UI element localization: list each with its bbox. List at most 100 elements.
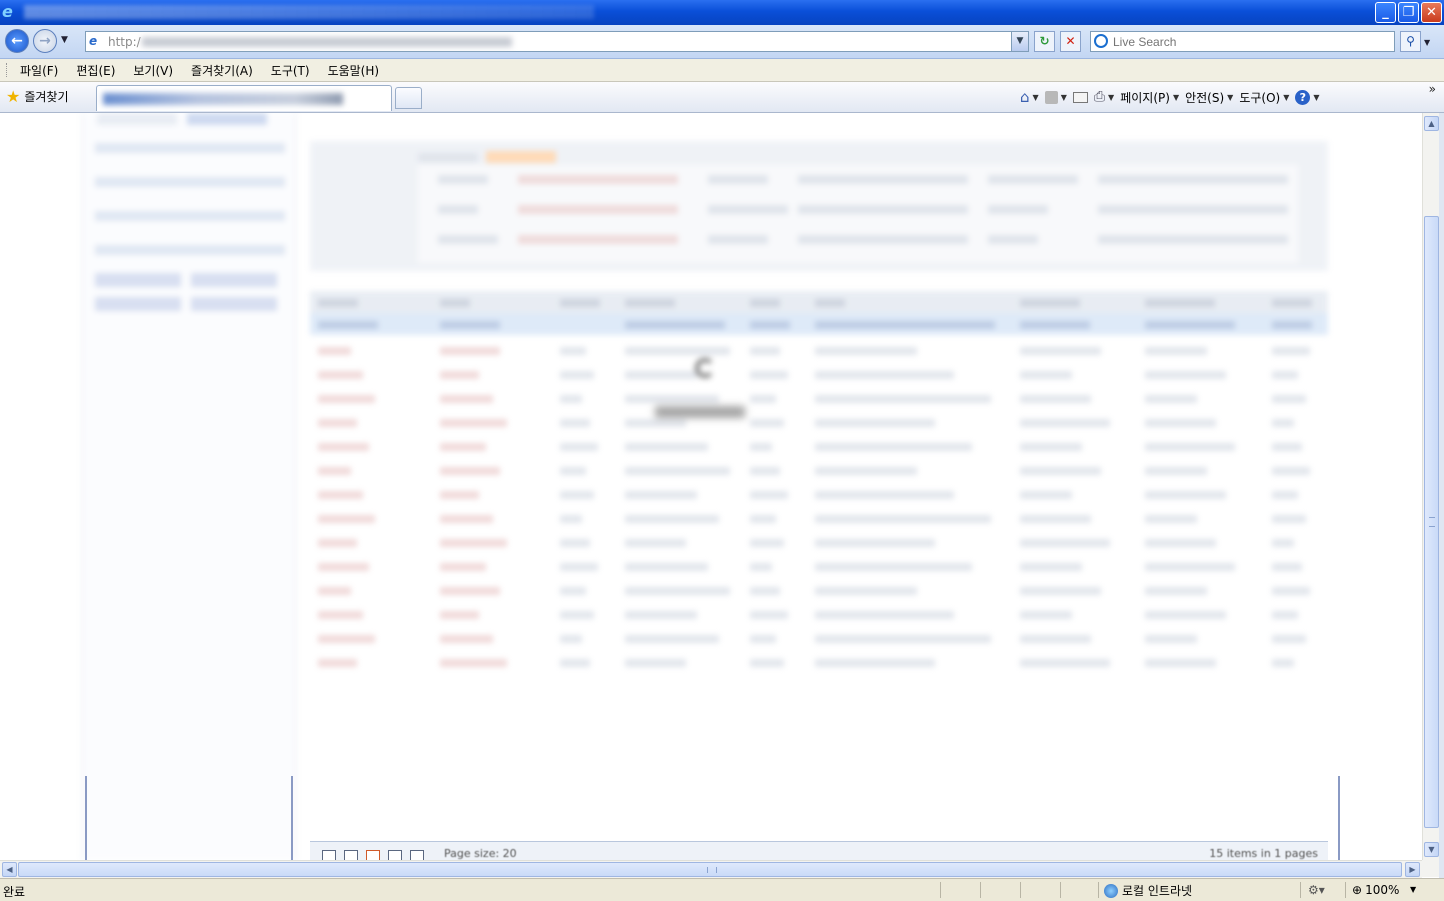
address-dropdown-icon[interactable]: ▼ <box>1011 32 1028 51</box>
grid-row[interactable] <box>310 579 1328 603</box>
left-panel-item[interactable] <box>95 177 285 187</box>
grid-row[interactable] <box>310 483 1328 507</box>
next-page-button[interactable] <box>388 850 402 860</box>
home-button[interactable]: ⌂ ▼ <box>1020 88 1039 106</box>
new-tab-button[interactable] <box>395 87 422 109</box>
grid-row[interactable] <box>310 459 1328 483</box>
feeds-button[interactable]: ▼ <box>1044 90 1067 104</box>
safety-menu-label: 안전(S) <box>1185 90 1225 105</box>
menubar-grip[interactable] <box>6 63 10 77</box>
close-button[interactable]: ✕ <box>1421 2 1442 23</box>
grid-cell <box>440 347 500 355</box>
menu-favorites[interactable]: 즐겨찾기(A) <box>191 62 253 79</box>
grid-cell <box>318 491 363 499</box>
last-page-button[interactable] <box>410 850 424 860</box>
grid-cell <box>1145 515 1197 523</box>
left-panel-border <box>291 776 293 860</box>
menu-edit[interactable]: 편집(E) <box>76 62 115 79</box>
grid-cell <box>1020 587 1101 595</box>
grid-cell <box>1145 443 1235 451</box>
grid-row[interactable] <box>310 627 1328 651</box>
security-zone[interactable]: 로컬 인트라넷 <box>1104 882 1192 899</box>
page-viewport: Page size: 20 15 items in 1 pages <box>0 113 1422 860</box>
active-tab[interactable] <box>96 85 392 111</box>
grid-cell <box>1272 659 1294 667</box>
favorites-button[interactable]: ★ 즐겨찾기 <box>6 88 69 105</box>
forward-button[interactable]: → <box>33 29 57 53</box>
menu-view[interactable]: 보기(V) <box>133 62 173 79</box>
more-commands-chevron-icon[interactable]: » <box>1429 82 1436 96</box>
search-input[interactable] <box>1111 33 1390 51</box>
grid-cell <box>560 563 598 571</box>
prev-page-button[interactable] <box>344 850 358 860</box>
page-1-button[interactable] <box>366 850 380 860</box>
zoom-control[interactable]: ⊕ 100% <box>1352 883 1399 897</box>
status-text: 완료 <box>3 885 26 899</box>
tools-menu-button[interactable]: 도구(O) ▼ <box>1239 89 1289 106</box>
grid-row[interactable] <box>310 435 1328 459</box>
grid-row[interactable] <box>310 555 1328 579</box>
grid-cell <box>1272 515 1306 523</box>
left-panel-tab[interactable] <box>97 113 177 125</box>
scroll-right-button[interactable]: ▶ <box>1405 862 1420 877</box>
grid-row[interactable] <box>310 411 1328 435</box>
left-panel-tab[interactable] <box>187 113 267 125</box>
grid-cell <box>1020 515 1091 523</box>
zone-label: 로컬 인트라넷 <box>1122 884 1193 898</box>
grid-cell <box>440 467 500 475</box>
help-icon: ? <box>1295 89 1311 105</box>
help-button[interactable]: ? ▼ <box>1295 89 1320 105</box>
grid-cell <box>1020 611 1072 619</box>
grid-row[interactable] <box>310 651 1328 675</box>
back-button[interactable]: ← <box>5 29 29 53</box>
horizontal-scroll-thumb[interactable] <box>18 862 1402 877</box>
stop-button[interactable]: ✕ <box>1060 31 1081 52</box>
recent-pages-dropdown-icon[interactable]: ▼ <box>61 35 68 45</box>
grid-cell <box>318 563 369 571</box>
read-mail-button[interactable] <box>1072 91 1088 103</box>
grid-selected-row[interactable] <box>310 313 1328 335</box>
grid-row[interactable] <box>310 363 1328 387</box>
menu-tools[interactable]: 도구(T) <box>271 62 310 79</box>
menu-file[interactable]: 파일(F) <box>20 62 58 79</box>
address-field[interactable]: e http:/ ▼ <box>85 31 1029 52</box>
search-box[interactable] <box>1090 31 1395 52</box>
minimize-button[interactable]: _ <box>1375 2 1396 23</box>
horizontal-scrollbar[interactable]: ◀ ▶ <box>0 860 1422 878</box>
left-panel-item[interactable] <box>95 245 285 255</box>
search-options-dropdown-icon[interactable]: ▼ <box>1424 38 1430 47</box>
scroll-up-button[interactable]: ▲ <box>1424 116 1439 131</box>
grid-cell <box>318 443 369 451</box>
page-menu-button[interactable]: 페이지(P) ▼ <box>1120 89 1179 106</box>
restore-button[interactable]: ❐ <box>1398 2 1419 23</box>
safety-menu-button[interactable]: 안전(S) ▼ <box>1185 89 1233 106</box>
grid-cell <box>815 443 972 451</box>
grid-cell <box>625 371 697 379</box>
grid-cell <box>815 347 917 355</box>
vertical-scroll-thumb[interactable] <box>1424 216 1439 828</box>
tab-title-redacted <box>103 93 343 105</box>
protected-mode-icon[interactable]: ⚙▾ <box>1308 883 1325 897</box>
zoom-dropdown-icon[interactable]: ▼ <box>1410 885 1416 894</box>
left-panel-item[interactable] <box>95 143 285 153</box>
print-button[interactable]: ⎙ ▼ <box>1094 89 1114 105</box>
grid-cell <box>318 611 363 619</box>
vertical-scrollbar[interactable]: ▲ ▼ <box>1422 113 1440 860</box>
refresh-button[interactable]: ↻ <box>1034 31 1055 52</box>
grid-cell <box>815 515 991 523</box>
search-button[interactable]: ⚲ <box>1400 31 1421 52</box>
left-panel-item[interactable] <box>95 211 285 221</box>
scroll-down-button[interactable]: ▼ <box>1424 842 1439 857</box>
address-url[interactable]: http:/ <box>108 35 141 49</box>
grid-cell <box>560 611 594 619</box>
scroll-left-button[interactable]: ◀ <box>2 862 17 877</box>
grid-row[interactable] <box>310 507 1328 531</box>
first-page-button[interactable] <box>322 850 336 860</box>
grid-cell <box>625 491 697 499</box>
grid-row[interactable] <box>310 603 1328 627</box>
grid-cell <box>560 635 582 643</box>
grid-row[interactable] <box>310 339 1328 363</box>
grid-row[interactable] <box>310 531 1328 555</box>
menu-help[interactable]: 도움말(H) <box>328 62 380 79</box>
grid-row[interactable] <box>310 387 1328 411</box>
